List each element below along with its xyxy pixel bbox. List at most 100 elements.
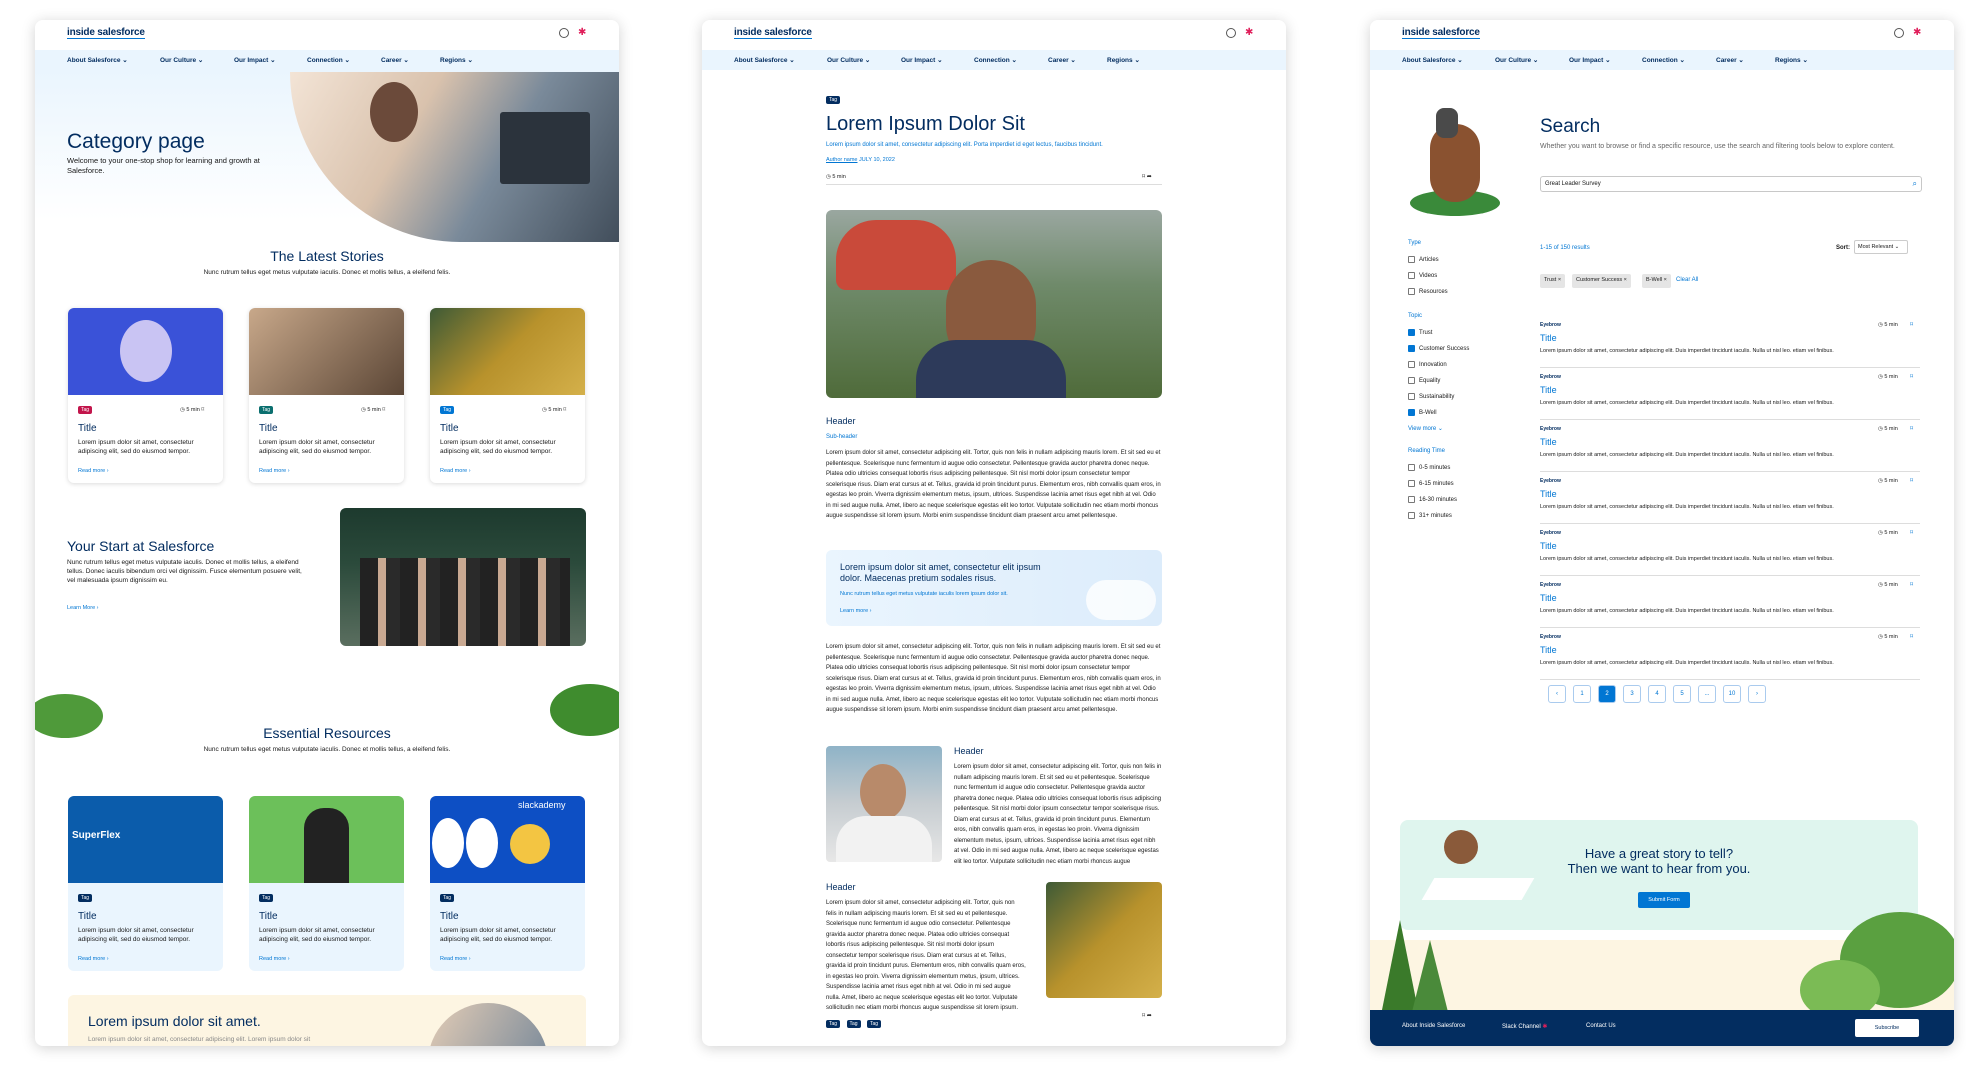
nav-culture[interactable]: Our Culture ⌄ <box>160 56 203 64</box>
filter-option[interactable]: Resources <box>1408 288 1448 295</box>
filter-option[interactable]: 0-5 minutes <box>1408 464 1450 471</box>
checkbox[interactable] <box>1408 480 1415 487</box>
story-card[interactable]: Tag ◷ 5 min ⌑ Title Lorem ipsum dolor si… <box>249 308 404 483</box>
tag-badge[interactable]: Tag <box>78 894 93 902</box>
card-title[interactable]: Title <box>440 911 459 922</box>
footer-link[interactable]: Slack Channel ✱ <box>1502 1023 1547 1030</box>
result-title[interactable]: Title <box>1540 489 1557 499</box>
nav-culture[interactable]: Our Culture ⌄ <box>1495 56 1538 64</box>
filter-option[interactable]: Innovation <box>1408 361 1447 368</box>
clear-all-link[interactable]: Clear All <box>1676 277 1698 283</box>
page-button[interactable]: 10 <box>1723 685 1741 703</box>
tag-badge[interactable]: Tag <box>259 406 274 414</box>
bookmark-icon[interactable]: ⌑ <box>1910 581 1913 588</box>
footer-link[interactable]: About Inside Salesforce <box>1402 1023 1465 1029</box>
filter-option[interactable]: 31+ minutes <box>1408 512 1452 519</box>
search-result[interactable]: Eyebrow ◷ 5 min ⌑ Title Lorem ipsum dolor si… <box>1540 424 1920 472</box>
search-icon[interactable] <box>559 28 569 38</box>
subscribe-button[interactable]: Subscribe <box>1855 1019 1919 1037</box>
bookmark-icon[interactable]: ⌑ <box>201 407 204 413</box>
bookmark-icon[interactable]: ⌑ <box>1910 425 1913 432</box>
bookmark-icon[interactable]: ⌑ <box>563 407 566 413</box>
checkbox[interactable] <box>1408 329 1415 336</box>
tag-badge[interactable]: Tag <box>440 406 455 414</box>
checkbox[interactable] <box>1408 409 1415 416</box>
filter-option[interactable]: 16-30 minutes <box>1408 496 1457 503</box>
checkbox[interactable] <box>1408 256 1415 263</box>
tag-badge[interactable]: Tag <box>867 1020 882 1028</box>
resource-card[interactable]: Tag Title Lorem ipsum dolor sit amet, co… <box>249 796 404 971</box>
story-card[interactable]: Tag ◷ 5 min ⌑ Title Lorem ipsum dolor si… <box>68 308 223 483</box>
filter-option[interactable]: Sustainability <box>1408 393 1454 400</box>
article-tag[interactable]: Tag <box>826 96 841 104</box>
prev-page-button[interactable]: ‹ <box>1548 685 1566 703</box>
filter-option[interactable]: Articles <box>1408 256 1439 263</box>
result-title[interactable]: Title <box>1540 437 1557 447</box>
nav-regions[interactable]: Regions ⌄ <box>440 56 473 64</box>
search-icon[interactable] <box>1226 28 1236 38</box>
tag-badge[interactable]: Tag <box>259 894 274 902</box>
filter-chip[interactable]: Trust × <box>1540 274 1566 288</box>
site-logo[interactable]: inside salesforce <box>734 27 812 39</box>
card-title[interactable]: Title <box>259 423 278 434</box>
card-title[interactable]: Title <box>78 423 97 434</box>
site-logo[interactable]: inside salesforce <box>67 27 145 39</box>
bookmark-icon[interactable]: ⌑ <box>1142 174 1145 180</box>
nav-regions[interactable]: Regions ⌄ <box>1775 56 1808 64</box>
site-logo[interactable]: inside salesforce <box>1402 27 1480 39</box>
search-result[interactable]: Eyebrow ◷ 5 min ⌑ Title Lorem ipsum dolor si… <box>1540 632 1920 680</box>
filter-option[interactable]: 6-15 minutes <box>1408 480 1454 487</box>
nav-career[interactable]: Career ⌄ <box>1048 56 1076 64</box>
share-bookmark[interactable]: ⌑ ➦ <box>1142 1012 1152 1021</box>
bookmark-icon[interactable]: ⌑ <box>1910 529 1913 536</box>
card-title[interactable]: Title <box>78 911 97 922</box>
search-result[interactable]: Eyebrow ◷ 5 min ⌑ Title Lorem ipsum dolor si… <box>1540 580 1920 628</box>
search-result[interactable]: Eyebrow ◷ 5 min ⌑ Title Lorem ipsum dolor si… <box>1540 528 1920 576</box>
nav-culture[interactable]: Our Culture ⌄ <box>827 56 870 64</box>
page-button[interactable]: 4 <box>1648 685 1666 703</box>
filter-option[interactable]: Customer Success <box>1408 345 1469 352</box>
filter-chip[interactable]: Customer Success × <box>1572 274 1631 288</box>
resource-card[interactable]: slackademy Tag Title Lorem ipsum dolor s… <box>430 796 585 971</box>
search-input[interactable]: Great Leader Survey ⌕ <box>1540 176 1922 192</box>
checkbox[interactable] <box>1408 496 1415 503</box>
page-button[interactable]: ... <box>1698 685 1716 703</box>
slack-icon[interactable]: ✱ <box>1245 27 1256 38</box>
share-icon[interactable]: ➦ <box>1147 1013 1152 1019</box>
result-title[interactable]: Title <box>1540 333 1557 343</box>
bookmark-icon[interactable]: ⌑ <box>1142 1013 1145 1019</box>
card-title[interactable]: Title <box>259 911 278 922</box>
read-more-link[interactable]: Read more › <box>440 468 471 474</box>
bookmark-icon[interactable]: ⌑ <box>1910 477 1913 484</box>
slack-icon[interactable]: ✱ <box>578 27 589 38</box>
tag-badge[interactable]: Tag <box>440 894 455 902</box>
search-result[interactable]: Eyebrow ◷ 5 min ⌑ Title Lorem ipsum dolor si… <box>1540 320 1920 368</box>
page-button[interactable]: 1 <box>1573 685 1591 703</box>
page-button[interactable]: 5 <box>1673 685 1691 703</box>
read-more-link[interactable]: Read more › <box>259 956 290 962</box>
nav-connection[interactable]: Connection ⌄ <box>1642 56 1685 64</box>
filter-option[interactable]: Videos <box>1408 272 1437 279</box>
checkbox[interactable] <box>1408 361 1415 368</box>
footer-link[interactable]: Contact Us <box>1586 1023 1616 1029</box>
checkbox[interactable] <box>1408 272 1415 279</box>
bookmark-icon[interactable]: ⌑ <box>1910 321 1913 328</box>
result-title[interactable]: Title <box>1540 385 1557 395</box>
filter-option[interactable]: Equality <box>1408 377 1440 384</box>
card-title[interactable]: Title <box>440 423 459 434</box>
read-more-link[interactable]: Read more › <box>440 956 471 962</box>
view-more-link[interactable]: View more ⌄ <box>1408 425 1443 432</box>
resource-card[interactable]: SuperFlex Tag Title Lorem ipsum dolor si… <box>68 796 223 971</box>
result-title[interactable]: Title <box>1540 645 1557 655</box>
page-button[interactable]: 3 <box>1623 685 1641 703</box>
checkbox[interactable] <box>1408 393 1415 400</box>
checkbox[interactable] <box>1408 377 1415 384</box>
bookmark-icon[interactable]: ⌑ <box>1910 373 1913 380</box>
result-title[interactable]: Title <box>1540 541 1557 551</box>
nav-impact[interactable]: Our Impact ⌄ <box>901 56 943 64</box>
nav-impact[interactable]: Our Impact ⌄ <box>234 56 276 64</box>
search-icon[interactable] <box>1894 28 1904 38</box>
filter-option[interactable]: B-Well <box>1408 409 1437 416</box>
bookmark-icon[interactable]: ⌑ <box>382 407 385 413</box>
slack-icon[interactable]: ✱ <box>1913 27 1924 38</box>
